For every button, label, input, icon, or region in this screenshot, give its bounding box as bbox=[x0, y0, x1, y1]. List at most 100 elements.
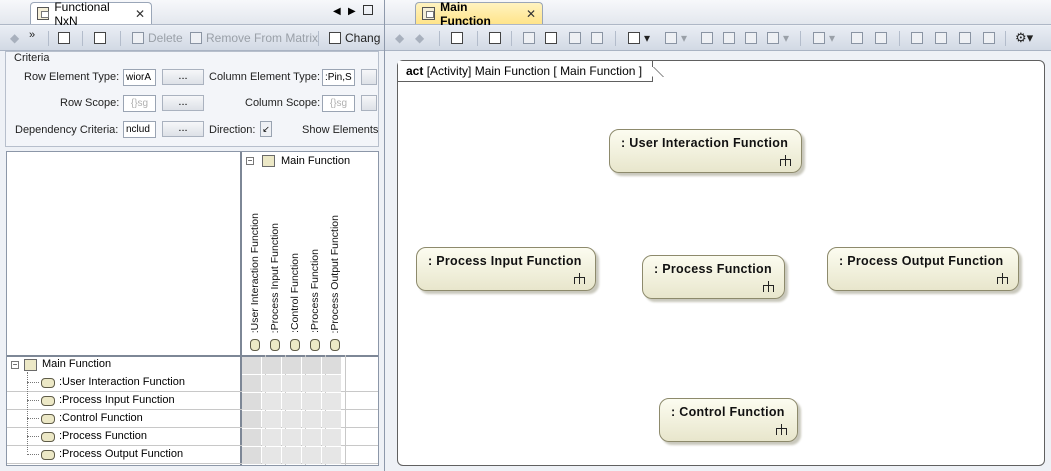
delete-label: Delete bbox=[148, 31, 183, 45]
row-header-label[interactable]: :Process Input Function bbox=[59, 394, 175, 406]
matrix-cell[interactable] bbox=[282, 447, 301, 464]
delete-button[interactable]: Delete bbox=[132, 30, 183, 46]
matrix-cell[interactable] bbox=[322, 411, 341, 428]
column-scope-field[interactable]: {}sg bbox=[322, 95, 355, 112]
row-root-label: Main Function bbox=[42, 358, 112, 370]
matrix-cell[interactable] bbox=[302, 447, 321, 464]
symbol-properties-icon[interactable] bbox=[851, 30, 867, 46]
matrix-cell[interactable] bbox=[282, 429, 301, 446]
delete-icon[interactable] bbox=[569, 30, 585, 46]
matrix-cell[interactable] bbox=[262, 429, 281, 446]
dependency-criteria-browse-button[interactable]: ... bbox=[162, 121, 204, 137]
layout-icon[interactable]: ▾ bbox=[628, 30, 650, 46]
scroll-left-icon[interactable]: ◀ bbox=[333, 6, 341, 17]
edit-icon[interactable] bbox=[94, 30, 110, 46]
matrix-cell[interactable] bbox=[322, 357, 341, 374]
remove-from-matrix-button[interactable]: Remove From Matrix bbox=[190, 30, 318, 46]
overflow-button[interactable]: » bbox=[29, 27, 35, 43]
column-root-label: Main Function bbox=[281, 155, 351, 167]
add-element-icon[interactable]: ▾ bbox=[665, 30, 687, 46]
matrix-cell[interactable] bbox=[262, 393, 281, 410]
action-process-function[interactable]: : Process Function bbox=[642, 255, 785, 299]
matrix-cell[interactable] bbox=[262, 447, 281, 464]
close-icon[interactable]: ✕ bbox=[526, 7, 536, 21]
containment-icon[interactable] bbox=[451, 30, 467, 46]
matrix-cell[interactable] bbox=[322, 429, 341, 446]
action-control-function[interactable]: : Control Function bbox=[659, 398, 798, 442]
fill-color-icon[interactable]: ▾ bbox=[813, 30, 835, 46]
matrix-cell[interactable] bbox=[242, 429, 261, 446]
row-header-label[interactable]: :User Interaction Function bbox=[59, 376, 185, 388]
row-header-label[interactable]: :Control Function bbox=[59, 412, 143, 424]
collapse-icon[interactable]: − bbox=[246, 157, 254, 165]
column-element-type-field[interactable]: :Pin,S bbox=[322, 69, 355, 86]
matrix-cell[interactable] bbox=[322, 447, 341, 464]
matrix-cell[interactable] bbox=[262, 375, 281, 392]
tree-icon[interactable] bbox=[58, 30, 74, 46]
paste-icon[interactable] bbox=[545, 30, 561, 46]
matrix-cell[interactable] bbox=[322, 393, 341, 410]
forward-icon[interactable]: ◆ bbox=[415, 30, 424, 46]
matrix-cell[interactable] bbox=[242, 357, 261, 374]
copy-icon[interactable] bbox=[523, 30, 539, 46]
matrix-cell[interactable] bbox=[262, 357, 281, 374]
tab-main-function[interactable]: Main Function ✕ bbox=[415, 0, 543, 28]
back-icon[interactable]: ◆ bbox=[395, 30, 404, 46]
matrix-cell[interactable] bbox=[242, 411, 261, 428]
matrix-cell[interactable] bbox=[302, 411, 321, 428]
row-element-type-browse-button[interactable]: ... bbox=[162, 69, 204, 85]
action-icon bbox=[250, 339, 260, 351]
matrix-cell[interactable] bbox=[302, 429, 321, 446]
tab-label: Functional NxN bbox=[54, 0, 110, 28]
back-arrow-icon[interactable]: ◆ bbox=[10, 30, 19, 46]
duplicate-icon[interactable] bbox=[591, 30, 607, 46]
column-scope-browse-button[interactable] bbox=[361, 95, 377, 111]
change-button[interactable]: Chang bbox=[329, 30, 380, 46]
matrix-cell[interactable] bbox=[282, 357, 301, 374]
row-scope-browse-button[interactable]: ... bbox=[162, 95, 204, 111]
diagram-canvas[interactable]: act [Activity] Main Function [ Main Func… bbox=[397, 60, 1045, 466]
matrix-cell[interactable] bbox=[322, 375, 341, 392]
matrix-cell[interactable] bbox=[282, 393, 301, 410]
matrix-cell[interactable] bbox=[302, 375, 321, 392]
action-icon bbox=[41, 432, 55, 442]
matrix-cell[interactable] bbox=[282, 375, 301, 392]
matrix-cell[interactable] bbox=[262, 411, 281, 428]
column-header-label: :Process Input Function bbox=[269, 222, 281, 333]
distribute-icon[interactable] bbox=[935, 30, 951, 46]
row-element-type-field[interactable]: wiorA bbox=[123, 69, 156, 86]
collapse-icon[interactable]: − bbox=[11, 361, 19, 369]
arrange-icon[interactable] bbox=[983, 30, 999, 46]
size-icon[interactable] bbox=[959, 30, 975, 46]
matrix-panel: Functional NxN ✕ ◀ ▶ ◆ » Delete Remove F… bbox=[0, 0, 384, 471]
action-user-interaction-function[interactable]: : User Interaction Function bbox=[609, 129, 802, 173]
matrix-cell[interactable] bbox=[302, 357, 321, 374]
row-header-label[interactable]: :Process Function bbox=[59, 430, 147, 442]
action-process-input-function[interactable]: : Process Input Function bbox=[416, 247, 596, 291]
column-element-type-label: Column Element Type: bbox=[209, 71, 321, 83]
direction-selector[interactable]: ↙ bbox=[260, 121, 272, 137]
action-process-output-function[interactable]: : Process Output Function bbox=[827, 247, 1019, 291]
path-style-icon[interactable] bbox=[701, 30, 717, 46]
bezier-icon[interactable] bbox=[745, 30, 761, 46]
settings-gear-icon[interactable]: ⚙▾ bbox=[1015, 30, 1033, 46]
specification-icon[interactable] bbox=[489, 30, 505, 46]
tab-functional-nxn[interactable]: Functional NxN ✕ bbox=[30, 0, 152, 28]
matrix-cell[interactable] bbox=[242, 393, 261, 410]
rectilinear-icon[interactable] bbox=[723, 30, 739, 46]
matrix-cell[interactable] bbox=[242, 375, 261, 392]
row-scope-field[interactable]: {}sg bbox=[123, 95, 156, 112]
matrix-cell[interactable] bbox=[302, 393, 321, 410]
align-icon[interactable] bbox=[911, 30, 927, 46]
style-icon[interactable] bbox=[875, 30, 891, 46]
column-element-type-browse-button[interactable] bbox=[361, 69, 377, 85]
matrix-cell[interactable] bbox=[282, 411, 301, 428]
scroll-right-icon[interactable]: ▶ bbox=[348, 6, 356, 17]
matrix-cell[interactable] bbox=[242, 447, 261, 464]
dependency-criteria-field[interactable]: nclud bbox=[123, 121, 156, 138]
close-icon[interactable]: ✕ bbox=[135, 7, 145, 21]
list-tabs-icon[interactable] bbox=[363, 5, 373, 15]
rake-icon bbox=[997, 273, 1008, 284]
route-icon[interactable]: ▾ bbox=[767, 30, 789, 46]
row-header-label[interactable]: :Process Output Function bbox=[59, 448, 183, 460]
